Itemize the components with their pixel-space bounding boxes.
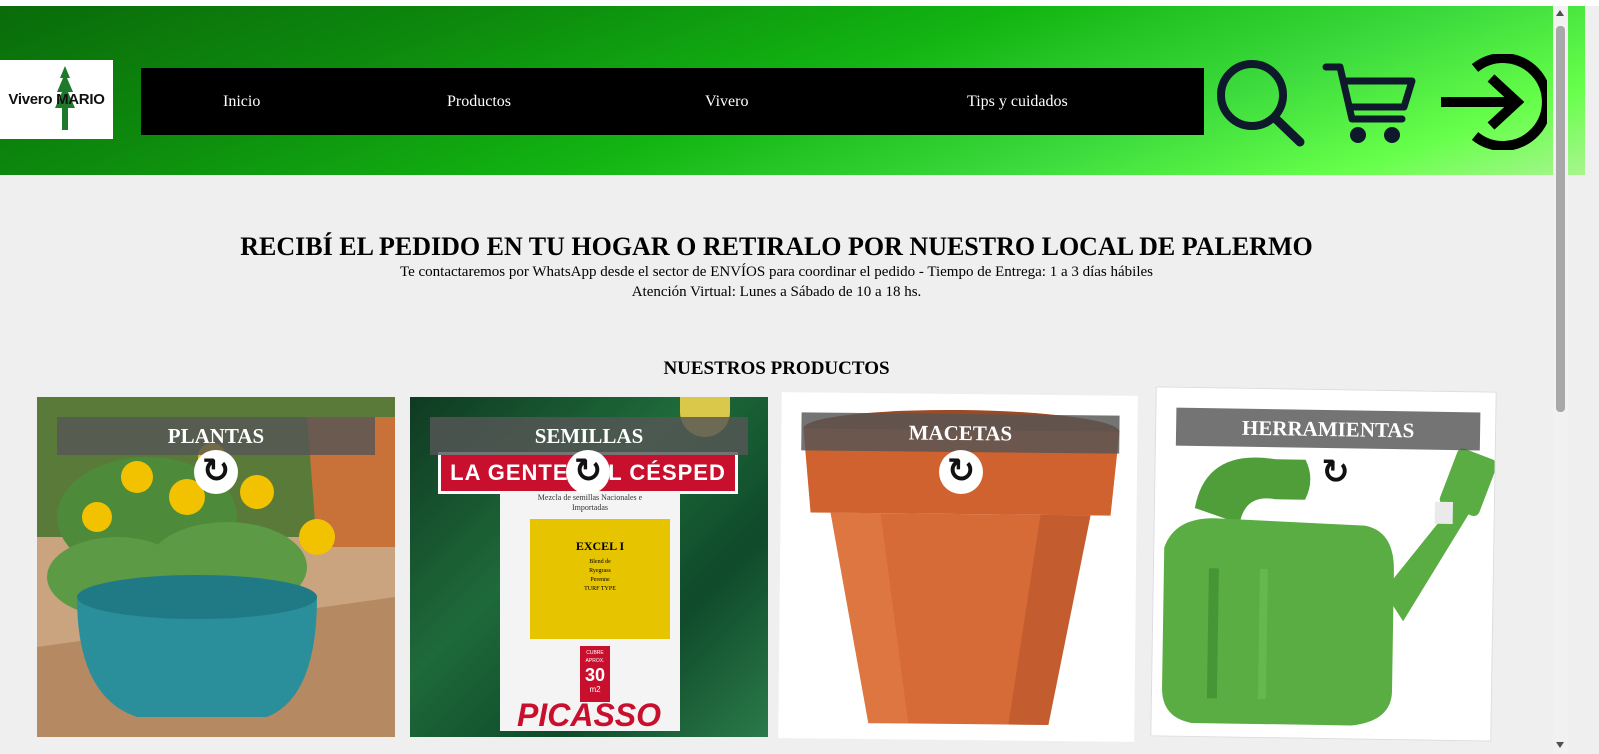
bag-product: EXCEL I: [575, 539, 625, 553]
bag-badge-unit: m2: [589, 685, 601, 694]
bag-line-1: Blend de: [589, 559, 611, 565]
page-scrollbar[interactable]: [1553, 6, 1568, 754]
scroll-up-icon[interactable]: [1556, 10, 1564, 16]
banner-delivery-info: Te contactaremos por WhatsApp desde el s…: [399, 264, 1154, 280]
nav-inicio[interactable]: Inicio: [223, 68, 260, 135]
bag-yellow-box: EXCEL I Blend de Ryegrass Perenne TURF T…: [530, 519, 670, 639]
product-card-macetas[interactable]: MACETAS ↻: [778, 392, 1138, 742]
flip-icon[interactable]: ↻: [566, 450, 610, 494]
bag-brand: PICASSO: [516, 697, 662, 733]
product-card-herramientas[interactable]: HERRAMIENTAS ↻: [1150, 386, 1497, 742]
bag-badge-top: CUBRE APROX.: [585, 650, 605, 664]
search-button[interactable]: [1214, 58, 1306, 148]
banner-hours: Atención Virtual: Lunes a Sábado de 10 a…: [631, 284, 922, 300]
site-header: Vivero MARIO Inicio Productos Vivero Tip…: [0, 6, 1585, 175]
scroll-down-icon[interactable]: [1556, 742, 1564, 748]
card-label-herramientas: HERRAMIENTAS: [1175, 407, 1481, 451]
scroll-thumb[interactable]: [1556, 26, 1565, 412]
main-nav: Inicio Productos Vivero Tips y cuidados: [141, 68, 1204, 135]
bag-subtitle: Mezcla de semillas Nacionales e Importad…: [537, 493, 643, 512]
cart-icon: [1322, 63, 1416, 143]
card-label-macetas: MACETAS: [801, 412, 1120, 454]
login-arrow-icon: [1441, 53, 1552, 151]
bag-line-2: Ryegrass: [589, 568, 611, 574]
flip-icon[interactable]: ↻: [194, 450, 238, 494]
bag-badge: CUBRE APROX. 30 m2: [580, 646, 610, 702]
nav-vivero[interactable]: Vivero: [705, 68, 748, 135]
products-title: NUESTROS PRODUCTOS: [663, 358, 890, 379]
bag-line-4: TURF TYPE: [584, 586, 616, 592]
product-card-plantas[interactable]: PLANTAS ↻: [37, 397, 395, 737]
bag-badge-value: 30: [584, 665, 606, 685]
product-card-semillas[interactable]: LA GENTE DEL CÉSPED Mezcla de semillas N…: [410, 397, 768, 737]
delivery-banner: RECIBÍ EL PEDIDO EN TU HOGAR O RETIRALO …: [0, 232, 1553, 302]
nav-tips-y-cuidados[interactable]: Tips y cuidados: [967, 68, 1068, 135]
login-button[interactable]: [1437, 53, 1552, 151]
logo-text: Vivero MARIO: [8, 91, 105, 108]
cart-button[interactable]: [1322, 61, 1418, 147]
nav-productos[interactable]: Productos: [447, 68, 511, 135]
flip-icon[interactable]: ↻: [938, 449, 984, 495]
logo[interactable]: Vivero MARIO: [0, 60, 113, 139]
search-icon: [1217, 60, 1305, 147]
banner-title: RECIBÍ EL PEDIDO EN TU HOGAR O RETIRALO …: [240, 232, 1313, 261]
bag-panel: Mezcla de semillas Nacionales e Importad…: [500, 491, 680, 731]
bag-line-3: Perenne: [590, 577, 610, 583]
